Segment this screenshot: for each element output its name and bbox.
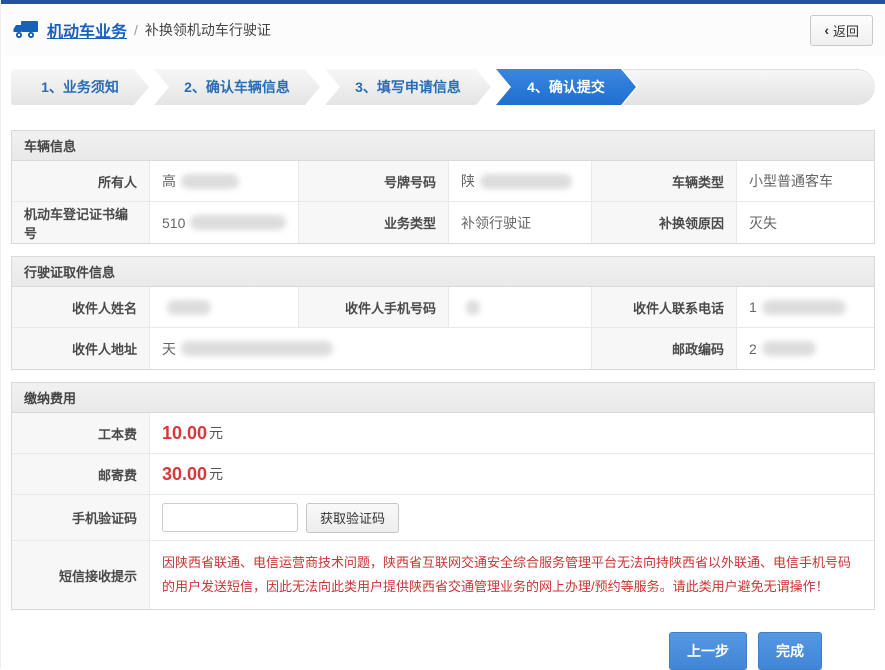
- production-fee-amount: 10.00: [162, 423, 207, 444]
- step-bar-remainder: [623, 69, 875, 105]
- section-pickup-title: 行驶证取件信息: [12, 257, 874, 287]
- field-label-recipient-tel: 收件人联系电话: [592, 287, 737, 328]
- field-value-business-type: 补领行驶证: [449, 202, 592, 243]
- redacted-value: [762, 341, 816, 356]
- step-2-confirm-vehicle[interactable]: 2、确认车辆信息: [154, 69, 320, 105]
- field-value-reissue-reason: 灭失: [737, 202, 874, 243]
- field-label-production-fee: 工本费: [12, 413, 150, 454]
- field-label-owner: 所有人: [12, 161, 150, 202]
- field-label-vehicle-type: 车辆类型: [592, 161, 737, 202]
- back-button-label: 返回: [833, 21, 859, 40]
- field-label-plate: 号牌号码: [299, 161, 449, 202]
- back-button[interactable]: ‹ 返回: [810, 15, 873, 46]
- field-value-recipient-address: 天: [150, 328, 592, 369]
- field-value-postal-code: 2: [737, 328, 874, 369]
- sms-notice-text: 因陕西省联通、电信运营商技术问题，陕西省互联网交通安全综合服务管理平台无法向持陕…: [162, 551, 862, 599]
- postage-fee-amount: 30.00: [162, 464, 207, 485]
- step-4-label: 4、确认提交: [527, 77, 605, 97]
- field-value-sms-code: 获取验证码: [150, 495, 874, 541]
- step-1-label: 1、业务须知: [41, 77, 119, 97]
- field-label-recipient-name: 收件人姓名: [12, 287, 150, 328]
- field-label-business-type: 业务类型: [299, 202, 449, 243]
- field-value-sms-notice: 因陕西省联通、电信运营商技术问题，陕西省互联网交通安全综合服务管理平台无法向持陕…: [150, 541, 874, 609]
- step-3-label: 3、填写申请信息: [355, 77, 461, 97]
- section-vehicle-title: 车辆信息: [12, 131, 874, 161]
- step-1-notice[interactable]: 1、业务须知: [11, 69, 149, 105]
- field-value-registration-no: 510: [150, 202, 299, 243]
- redacted-value: [190, 215, 286, 230]
- section-vehicle-info: 车辆信息 所有人 高 号牌号码 陕 车辆类型 小型普通客车 机动车登记证书编号 …: [11, 130, 875, 244]
- pickup-table: 收件人姓名 收件人手机号码 收件人联系电话 1 收件人地址 天 邮政编码 2: [12, 287, 874, 369]
- finish-button[interactable]: 完成: [758, 632, 822, 670]
- breadcrumb-separator: /: [134, 22, 138, 38]
- truck-icon: [13, 20, 39, 40]
- step-2-label: 2、确认车辆信息: [184, 77, 290, 97]
- field-value-plate: 陕: [449, 161, 592, 202]
- redacted-value: [762, 300, 846, 315]
- field-value-vehicle-type: 小型普通客车: [737, 161, 874, 202]
- redacted-value: [181, 174, 239, 189]
- redacted-value: [167, 300, 211, 315]
- section-pickup-info: 行驶证取件信息 收件人姓名 收件人手机号码 收件人联系电话 1 收件人地址 天 …: [11, 256, 875, 370]
- field-label-postage-fee: 邮寄费: [12, 454, 150, 495]
- fees-table: 工本费 10.00 元 邮寄费 30.00 元 手机验证码 获取验证码 短信接收…: [12, 413, 874, 609]
- page-header: 机动车业务 / 补换领机动车行驶证 ‹ 返回: [1, 4, 885, 56]
- field-label-registration-no: 机动车登记证书编号: [12, 202, 150, 243]
- redacted-value: [480, 174, 572, 189]
- field-label-sms-code: 手机验证码: [12, 495, 150, 541]
- step-wizard: 1、业务须知 2、确认车辆信息 3、填写申请信息 4、确认提交: [11, 69, 875, 105]
- field-label-recipient-mobile: 收件人手机号码: [299, 287, 449, 328]
- field-label-sms-notice: 短信接收提示: [12, 541, 150, 609]
- field-value-postage-fee: 30.00 元: [150, 454, 874, 495]
- postage-fee-unit: 元: [209, 464, 223, 484]
- redacted-value: [466, 300, 480, 315]
- section-fees-title: 缴纳费用: [12, 383, 874, 413]
- previous-step-button[interactable]: 上一步: [669, 632, 747, 670]
- vehicle-table: 所有人 高 号牌号码 陕 车辆类型 小型普通客车 机动车登记证书编号 510 业…: [12, 161, 874, 243]
- field-value-production-fee: 10.00 元: [150, 413, 874, 454]
- field-value-recipient-mobile: [449, 287, 592, 328]
- page-title[interactable]: 机动车业务: [47, 18, 127, 42]
- field-value-owner: 高: [150, 161, 299, 202]
- field-value-recipient-tel: 1: [737, 287, 874, 328]
- field-label-postal-code: 邮政编码: [592, 328, 737, 369]
- footer-actions: 上一步 完成: [1, 632, 822, 670]
- breadcrumb-current: 补换领机动车行驶证: [145, 20, 271, 40]
- sms-code-input[interactable]: [162, 503, 298, 532]
- redacted-value: [181, 341, 333, 356]
- field-label-recipient-address: 收件人地址: [12, 328, 150, 369]
- get-sms-code-button[interactable]: 获取验证码: [306, 503, 399, 533]
- section-fees: 缴纳费用 工本费 10.00 元 邮寄费 30.00 元 手机验证码 获取验证码…: [11, 382, 875, 610]
- production-fee-unit: 元: [209, 423, 223, 443]
- step-3-fill-application[interactable]: 3、填写申请信息: [325, 69, 491, 105]
- field-value-recipient-name: [150, 287, 299, 328]
- chevron-left-icon: ‹: [824, 23, 829, 37]
- step-4-confirm-submit[interactable]: 4、确认提交: [496, 69, 636, 105]
- field-label-reissue-reason: 补换领原因: [592, 202, 737, 243]
